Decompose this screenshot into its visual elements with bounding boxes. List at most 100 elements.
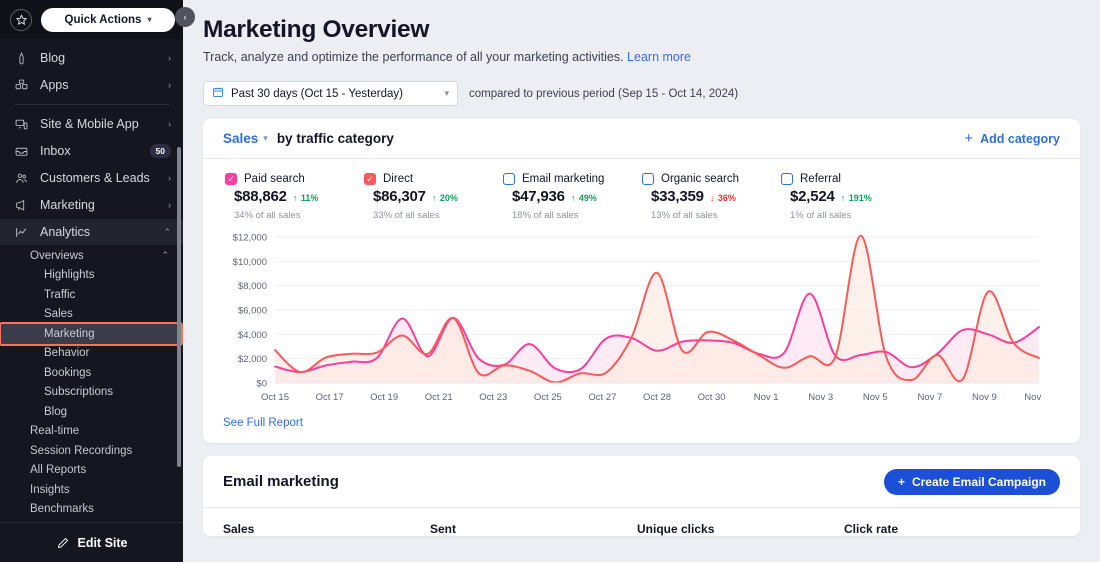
chevron-down-icon: ▾ xyxy=(147,15,151,24)
sidebar-item-all-reports[interactable]: All Reports xyxy=(0,461,183,481)
category-stats: ✓ Paid search $88,862 ↑ 11% 34% of all s… xyxy=(203,159,1080,225)
see-full-report-link[interactable]: See Full Report xyxy=(203,407,323,443)
stat-value: $2,524 xyxy=(790,188,835,205)
chevron-down-icon[interactable]: ▾ xyxy=(263,133,268,144)
sidebar-sub-label: Insights xyxy=(30,484,70,496)
sidebar-item-apps[interactable]: Apps › xyxy=(0,72,183,98)
stat-paid-search: ✓ Paid search $88,862 ↑ 11% 34% of all s… xyxy=(225,173,364,221)
stat-value: $88,862 xyxy=(234,188,287,205)
chevron-right-icon: › xyxy=(168,53,171,63)
add-category-button[interactable]: + Add category xyxy=(964,130,1060,147)
sidebar-label: Inbox xyxy=(40,144,139,158)
email-marketing-card: Email marketing + Create Email Campaign … xyxy=(203,456,1080,536)
sidebar-sub-label: Behavior xyxy=(44,347,89,359)
sidebar-item-subscriptions[interactable]: Subscriptions xyxy=(0,383,183,403)
checkbox-email-marketing[interactable] xyxy=(503,173,515,185)
svg-text:Oct 30: Oct 30 xyxy=(698,392,726,403)
quick-actions-label: Quick Actions xyxy=(65,14,142,26)
sidebar-divider xyxy=(14,104,169,105)
stat-delta-value: 20% xyxy=(440,193,458,203)
megaphone-icon xyxy=(14,198,29,213)
sidebar-sub-label: Marketing xyxy=(44,328,95,340)
sidebar-item-traffic[interactable]: Traffic xyxy=(0,285,183,305)
svg-text:Oct 23: Oct 23 xyxy=(479,392,507,403)
sidebar-label: Analytics xyxy=(40,225,152,239)
stat-delta: ↑ 49% xyxy=(571,193,597,203)
sidebar-item-inbox[interactable]: Inbox 50 xyxy=(0,138,183,164)
sidebar-item-site-mobile-app[interactable]: Site & Mobile App › xyxy=(0,111,183,137)
pen-icon xyxy=(14,51,29,66)
chart-canvas: $0$2,000$4,000$6,000$8,000$10,000$12,000… xyxy=(223,229,1043,407)
svg-text:Oct 25: Oct 25 xyxy=(534,392,562,403)
stat-label: Organic search xyxy=(661,173,739,185)
page-subtitle: Track, analyze and optimize the performa… xyxy=(203,50,1080,64)
stat-direct: ✓ Direct $86,307 ↑ 20% 33% of all sales xyxy=(364,173,503,221)
metric-selector[interactable]: Sales xyxy=(223,131,258,146)
inbox-badge: 50 xyxy=(150,144,171,158)
sidebar-label: Site & Mobile App xyxy=(40,117,157,131)
create-email-campaign-button[interactable]: + Create Email Campaign xyxy=(884,469,1060,495)
sidebar-sub-label: Bookings xyxy=(44,367,91,379)
sidebar-sub-label: Benchmarks xyxy=(30,503,94,515)
stat-delta-value: 191% xyxy=(849,193,872,203)
sidebar-item-highlights[interactable]: Highlights xyxy=(0,266,183,286)
sidebar-item-marketing[interactable]: Marketing › xyxy=(0,192,183,218)
sidebar-sub-label: Subscriptions xyxy=(44,386,113,398)
sidebar-scrollbar[interactable] xyxy=(177,147,181,467)
sidebar-item-blog[interactable]: Blog › xyxy=(0,45,183,71)
sidebar-group-overviews[interactable]: Overviews ⌃ xyxy=(0,246,183,266)
svg-text:$8,000: $8,000 xyxy=(238,281,267,292)
sidebar-item-real-time[interactable]: Real-time xyxy=(0,422,183,442)
date-range-picker[interactable]: Past 30 days (Oct 15 - Yesterday) ▾ xyxy=(203,81,458,106)
column-header-sales: Sales xyxy=(223,522,430,536)
svg-text:Oct 21: Oct 21 xyxy=(425,392,453,403)
stat-delta: ↑ 191% xyxy=(841,193,872,203)
sidebar-item-analytics[interactable]: Analytics ⌃ xyxy=(0,219,183,245)
svg-text:Oct 28: Oct 28 xyxy=(643,392,671,403)
learn-more-link[interactable]: Learn more xyxy=(627,50,691,64)
monitor-icon xyxy=(14,117,29,132)
create-email-campaign-label: Create Email Campaign xyxy=(912,475,1046,489)
svg-text:$12,000: $12,000 xyxy=(233,233,267,244)
analytics-icon xyxy=(14,225,29,240)
checkbox-referral[interactable] xyxy=(781,173,793,185)
checkbox-organic-search[interactable] xyxy=(642,173,654,185)
sidebar-item-behavior[interactable]: Behavior xyxy=(0,344,183,364)
sidebar-item-sales[interactable]: Sales xyxy=(0,305,183,325)
comparison-label: compared to previous period (Sep 15 - Oc… xyxy=(469,88,738,100)
column-header-sent: Sent xyxy=(430,522,637,536)
sidebar-sub-label: Real-time xyxy=(30,425,79,437)
svg-text:$6,000: $6,000 xyxy=(238,306,267,317)
sidebar-item-insights[interactable]: Insights xyxy=(0,480,183,500)
sidebar-item-customers-leads[interactable]: Customers & Leads › xyxy=(0,165,183,191)
chevron-down-icon: ▾ xyxy=(444,88,449,99)
stat-share: 18% of all sales xyxy=(503,210,642,221)
sidebar-sub-label: Sales xyxy=(44,308,73,320)
svg-text:Nov 9: Nov 9 xyxy=(972,392,997,403)
sidebar-item-session-recordings[interactable]: Session Recordings xyxy=(0,441,183,461)
quick-actions-button[interactable]: Quick Actions ▾ xyxy=(41,8,175,32)
stat-value: $47,936 xyxy=(512,188,565,205)
chevron-right-icon: › xyxy=(168,200,171,210)
star-icon[interactable] xyxy=(10,9,32,31)
checkbox-direct[interactable]: ✓ xyxy=(364,173,376,185)
sidebar-item-blog-analytics[interactable]: Blog xyxy=(0,402,183,422)
sidebar-item-marketing-overview[interactable]: Marketing xyxy=(0,324,183,344)
edit-site-button[interactable]: Edit Site xyxy=(0,522,183,562)
column-header-unique-clicks: Unique clicks xyxy=(637,522,844,536)
sidebar-item-benchmarks[interactable]: Benchmarks xyxy=(0,500,183,520)
checkbox-paid-search[interactable]: ✓ xyxy=(225,173,237,185)
svg-text:$0: $0 xyxy=(256,379,267,390)
stat-value: $86,307 xyxy=(373,188,426,205)
sidebar-label: Blog xyxy=(40,51,157,65)
people-icon xyxy=(14,171,29,186)
svg-text:Nov 7: Nov 7 xyxy=(917,392,942,403)
apps-icon xyxy=(14,78,29,93)
svg-text:Oct 19: Oct 19 xyxy=(370,392,398,403)
svg-text:Oct 15: Oct 15 xyxy=(261,392,289,403)
sidebar-collapse-button[interactable]: ‹ xyxy=(175,7,195,27)
svg-text:$4,000: $4,000 xyxy=(238,330,267,341)
svg-text:Nov 1: Nov 1 xyxy=(754,392,779,403)
sidebar-item-bookings[interactable]: Bookings xyxy=(0,363,183,383)
svg-text:Oct 17: Oct 17 xyxy=(316,392,344,403)
